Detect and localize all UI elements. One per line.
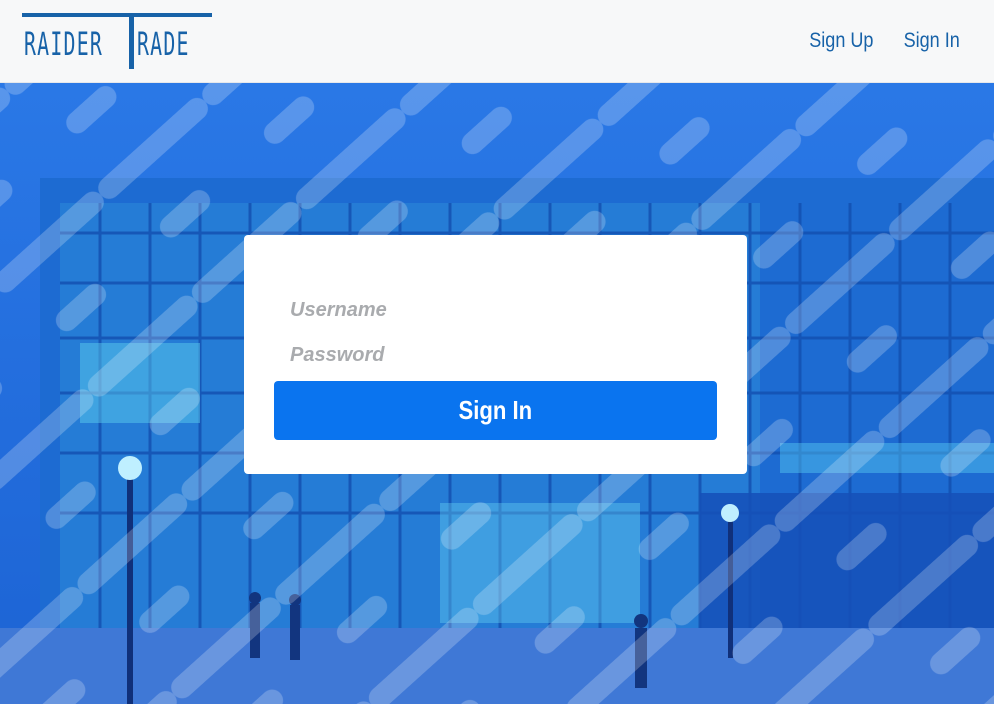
sign-in-button-label: Sign In [458,395,533,425]
logo-text-right: RADE [137,25,190,63]
username-input[interactable] [274,291,717,329]
raidertrade-logo[interactable]: RAIDER RADE [22,13,212,69]
logo-text-left: RAIDER [24,25,104,63]
sign-in-link[interactable]: Sign In [903,29,959,53]
sign-up-link[interactable]: Sign Up [809,29,873,53]
sign-in-button[interactable]: Sign In [274,381,717,440]
nav-links: Sign Up Sign In [804,29,964,53]
logo-t-stem [129,13,134,69]
login-card: Sign In [244,235,747,474]
password-input[interactable] [274,336,717,374]
logo-t-crossbar [22,13,212,17]
top-navbar: RAIDER RADE Sign Up Sign In [0,0,994,83]
